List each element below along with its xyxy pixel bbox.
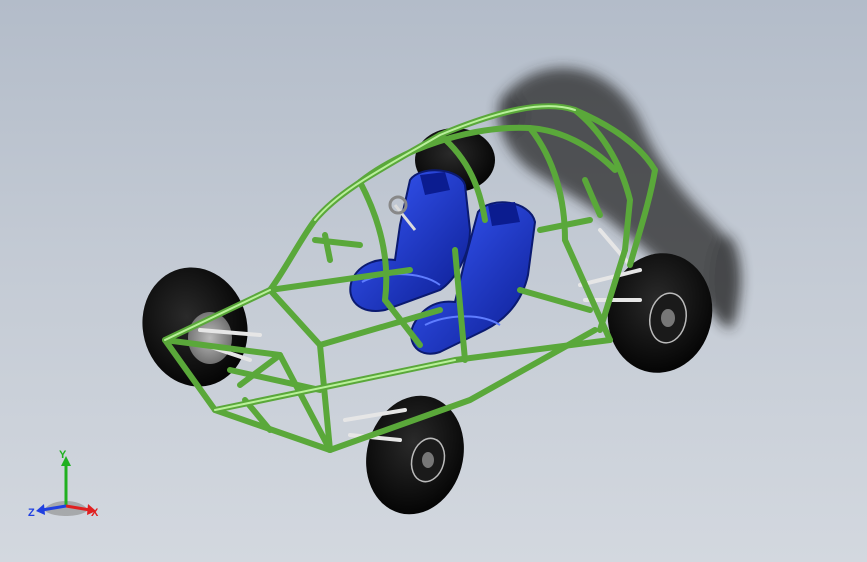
y-axis-label: Y bbox=[59, 449, 67, 461]
y-axis: Y bbox=[59, 449, 71, 506]
cad-model-viewport[interactable] bbox=[0, 0, 867, 562]
driver-seat[interactable] bbox=[349, 169, 472, 312]
orientation-triad[interactable]: Y X Z bbox=[26, 448, 106, 528]
x-axis-label: X bbox=[91, 507, 99, 519]
z-axis-label: Z bbox=[28, 507, 35, 519]
